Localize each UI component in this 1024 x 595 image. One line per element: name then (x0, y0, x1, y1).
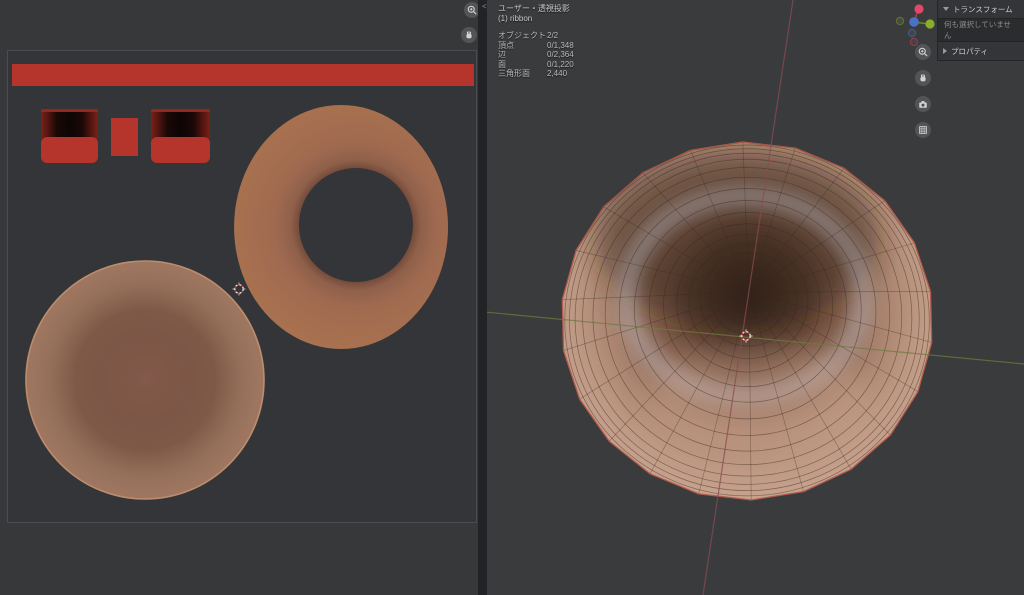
stat-faces: 面0/1,220 (498, 60, 574, 70)
3d-cursor-icon (739, 329, 753, 343)
stat-triangles: 三角形面2,440 (498, 69, 574, 79)
axis-lines (487, 0, 1024, 595)
gizmo-axis-neg-x[interactable] (910, 38, 917, 45)
active-collection-label: (1) ribbon (498, 14, 574, 24)
stat-vertices: 頂点0/1,348 (498, 41, 574, 51)
plate-top-view[interactable] (26, 261, 264, 499)
stat-objects: オブジェクト2/2 (498, 31, 574, 41)
zoom-icon[interactable] (915, 44, 931, 60)
camera-frame-border (7, 50, 477, 523)
transform-panel-header[interactable]: トランスフォーム (938, 0, 1024, 18)
editor-divider[interactable] (478, 0, 487, 595)
pan-icon[interactable] (461, 27, 477, 43)
pan-icon[interactable] (915, 70, 931, 86)
3d-cursor-icon (232, 282, 246, 296)
transform-panel-label: トランスフォーム (953, 4, 1013, 15)
stat-edges: 辺0/2,364 (498, 50, 574, 60)
gizmo-axis-z[interactable] (909, 17, 919, 27)
chevron-down-icon (943, 7, 949, 11)
donut-top-view[interactable] (234, 105, 448, 349)
properties-panel-label: プロパティ (951, 46, 988, 57)
viewport-left[interactable] (0, 0, 478, 595)
orthographic-grid-icon[interactable] (915, 122, 931, 138)
viewport-stats-overlay: ユーザー・透視投影 (1) ribbon オブジェクト2/2 頂点0/1,348… (498, 4, 574, 79)
blender-window: < (0, 0, 1024, 595)
chevron-right-icon (943, 48, 947, 54)
gizmo-axis-y[interactable] (925, 19, 934, 28)
n-panel-sidebar: トランスフォーム 何も選択していません プロパティ (937, 0, 1024, 61)
gizmo-axis-x[interactable] (914, 4, 923, 13)
camera-view-icon[interactable] (915, 96, 931, 112)
viewport-right[interactable]: ユーザー・透視投影 (1) ribbon オブジェクト2/2 頂点0/1,348… (487, 0, 1024, 595)
gizmo-axis-neg-z[interactable] (908, 29, 915, 36)
region-collapse-arrow[interactable]: < (482, 3, 487, 11)
gizmo-axis-neg-y[interactable] (896, 17, 903, 24)
view-perspective-label: ユーザー・透視投影 (498, 4, 574, 14)
properties-panel-header[interactable]: プロパティ (938, 42, 1024, 60)
nothing-selected-message: 何も選択していません (938, 18, 1024, 42)
